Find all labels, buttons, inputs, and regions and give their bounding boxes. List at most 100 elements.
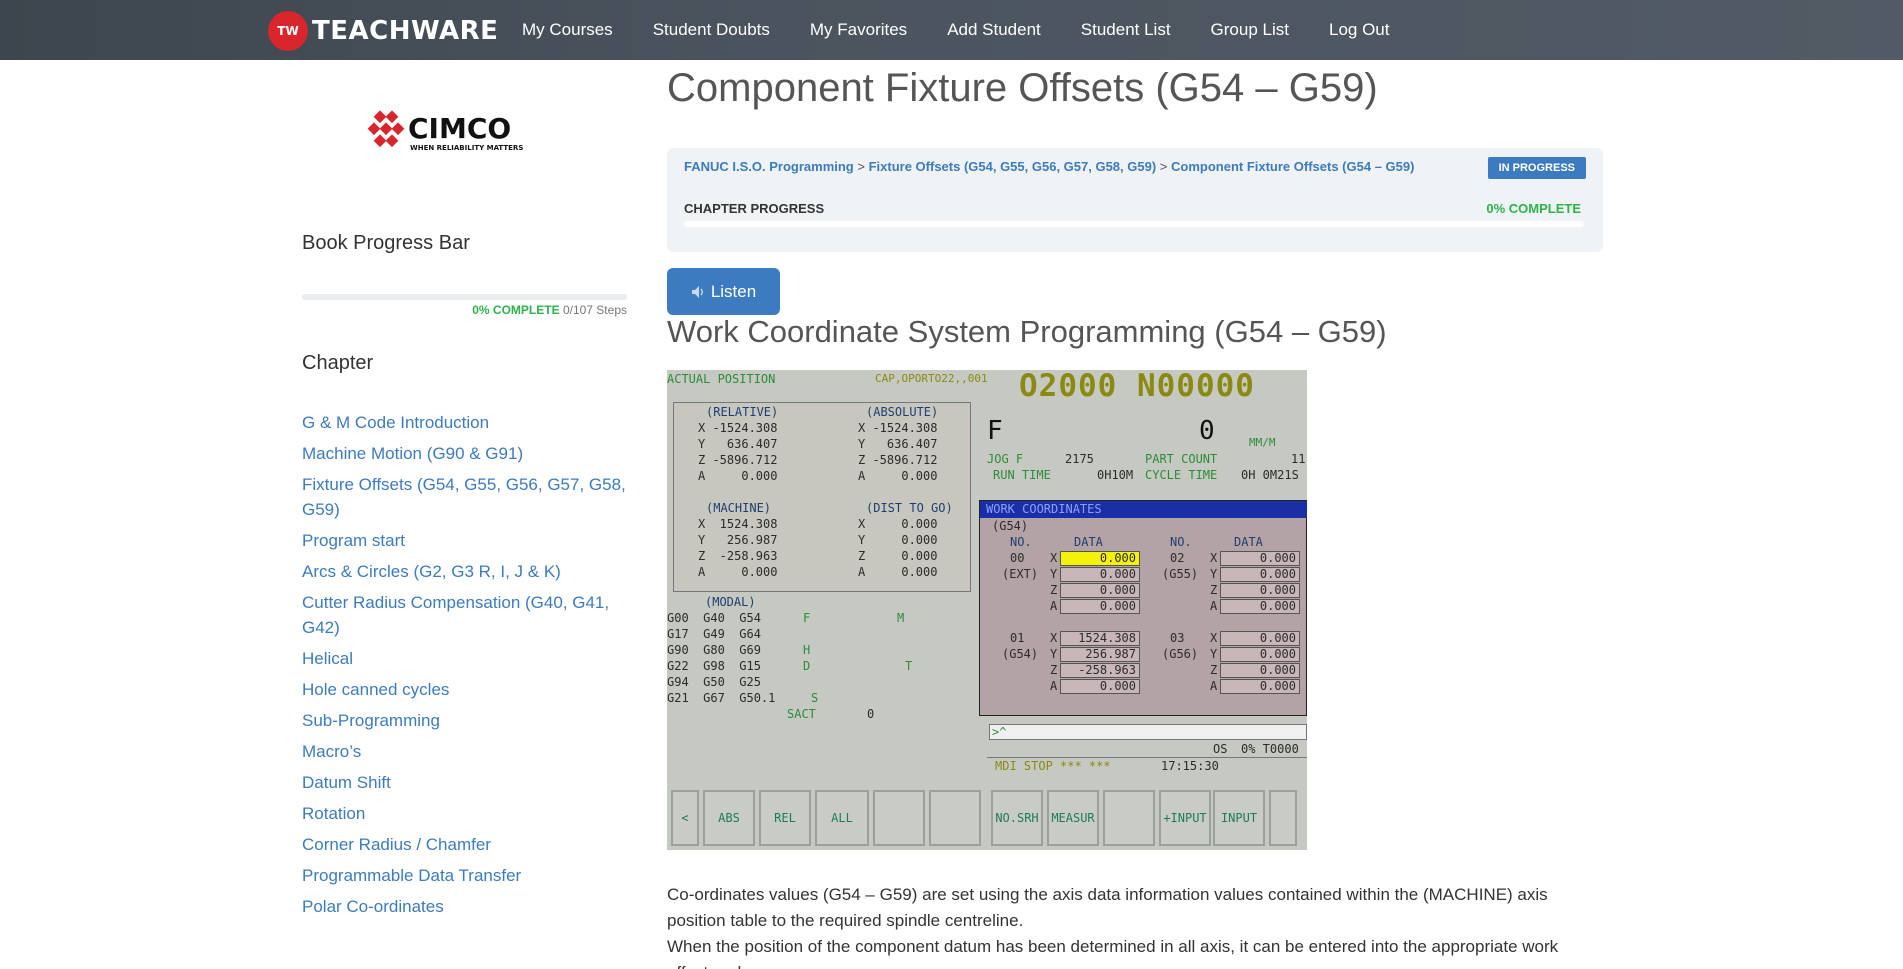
cnc-work-value-cell: 0.000 (1220, 663, 1300, 678)
cnc-modal-row: G90 G80 G69 (667, 643, 761, 657)
chapter-link[interactable]: Programmable Data Transfer (302, 863, 632, 888)
chapter-link[interactable]: Hole canned cycles (302, 677, 632, 702)
book-progress-label: 0% COMPLETE 0/107 Steps (302, 303, 627, 317)
cnc-modal-row: G17 G49 G64 (667, 627, 761, 641)
cnc-softkey: ABS (703, 790, 755, 846)
cnc-col-no: NO. (1010, 535, 1032, 549)
nav-student-doubts[interactable]: Student Doubts (653, 20, 770, 40)
cnc-part-count-label: PART COUNT (1145, 452, 1218, 466)
cnc-sact-label: SACT (787, 707, 816, 721)
cnc-modal-f: F (803, 611, 811, 625)
section-title: Work Coordinate System Programming (G54 … (667, 314, 1387, 349)
chapter-link[interactable]: Cutter Radius Compensation (G40, G41, G4… (302, 590, 632, 640)
cnc-os-label: OS (1213, 742, 1228, 756)
cnc-axis-label: Y (1050, 567, 1058, 581)
cnc-absolute-z: Z -5896.712 (858, 453, 938, 467)
cnc-axis-label: Y (1050, 647, 1058, 661)
listen-label: Listen (710, 281, 757, 301)
cnc-absolute-x: X -1524.308 (858, 421, 938, 435)
cnc-softkey: ALL (815, 790, 869, 846)
nav-log-out[interactable]: Log Out (1329, 20, 1390, 40)
book-progress-percent: 0% COMPLETE (472, 303, 560, 317)
cnc-program-number: O2000 N00000 (1019, 370, 1255, 404)
chapter-link[interactable]: Rotation (302, 801, 632, 826)
nav-group-list[interactable]: Group List (1211, 20, 1289, 40)
cnc-input-prompt: >^ (992, 725, 1007, 739)
cnc-feed-label: F (987, 416, 1003, 446)
cnc-modal-row: G21 G67 G50.1 (667, 691, 776, 705)
chapter-link[interactable]: Arcs & Circles (G2, G3 R, I, J & K) (302, 559, 632, 584)
cnc-machine-label: (MACHINE) (706, 501, 772, 515)
cnc-softkey: < (671, 790, 699, 846)
chapter-link[interactable]: Polar Co-ordinates (302, 894, 632, 919)
cnc-header-mid: CAP,OPORTO22,,001 (875, 372, 988, 385)
cnc-relative-y: Y 636.407 (698, 437, 778, 451)
cnc-header-left: ACTUAL POSITION (667, 372, 776, 386)
cnc-work-value-cell: 0.000 (1220, 647, 1300, 662)
cnc-modal-m: M (897, 611, 905, 625)
cnc-softkey (1103, 790, 1155, 846)
nav-add-student[interactable]: Add Student (947, 20, 1041, 40)
cnc-machine-x: X 1524.308 (698, 517, 778, 531)
cnc-softkey-bar: < ABS REL ALL NO.SRH MEASUR +INPUT INPUT (667, 782, 1307, 850)
cnc-axis-label: X (1050, 551, 1058, 565)
cnc-modal-row: G22 G98 G15 (667, 659, 761, 673)
cnc-work-value-cell: 256.987 (1060, 647, 1140, 662)
cnc-axis-label: Z (1050, 583, 1058, 597)
chapter-link[interactable]: Sub-Programming (302, 708, 632, 733)
cnc-clock: 17:15:30 (1161, 759, 1219, 773)
cnc-feed-value: 0 (1199, 416, 1215, 446)
listen-button[interactable]: Listen (667, 268, 780, 315)
cnc-col-data: DATA (1074, 535, 1103, 549)
cnc-work-selected: (G54) (992, 519, 1029, 533)
cnc-softkey: +INPUT (1159, 790, 1211, 846)
cnc-status-line-box: MDI STOP *** *** 17:15:30 (987, 757, 1307, 773)
cnc-dist-a: A 0.000 (858, 565, 938, 579)
cnc-relative-x: X -1524.308 (698, 421, 778, 435)
book-progress-heading: Book Progress Bar (302, 232, 470, 254)
breadcrumb-item-course[interactable]: FANUC I.S.O. Programming (684, 159, 854, 174)
teachware-logo[interactable]: TW TEACHWARE (268, 11, 498, 51)
nav-links: My Courses Student Doubts My Favorites A… (522, 0, 1429, 60)
cnc-modal-row: G94 G50 G25 (667, 675, 761, 689)
cnc-softkey (873, 790, 925, 846)
cnc-softkey: REL (759, 790, 811, 846)
cnc-feed-unit: MM/M (1249, 436, 1276, 449)
cnc-work-value-cell: 0.000 (1220, 679, 1300, 694)
chapter-link[interactable]: Program start (302, 528, 632, 553)
cnc-work-value-cell: 0.000 (1220, 567, 1300, 582)
cnc-os-value: 0% T0000 (1241, 742, 1299, 756)
cnc-run-time-label: RUN TIME (993, 468, 1051, 482)
chapter-link[interactable]: Fixture Offsets (G54, G55, G56, G57, G58… (302, 472, 632, 522)
cnc-relative-z: Z -5896.712 (698, 453, 778, 467)
nav-my-courses[interactable]: My Courses (522, 20, 613, 40)
chapter-link[interactable]: Datum Shift (302, 770, 632, 795)
breadcrumb-item-chapter[interactable]: Fixture Offsets (G54, G55, G56, G57, G58… (869, 159, 1157, 174)
cnc-cycle-time-label: CYCLE TIME (1145, 468, 1218, 482)
cnc-axis-label: X (1210, 551, 1218, 565)
chapter-link[interactable]: Macro’s (302, 739, 632, 764)
breadcrumb-item-lesson[interactable]: Component Fixture Offsets (G54 – G59) (1171, 159, 1414, 174)
chapter-link[interactable]: Helical (302, 646, 632, 671)
cnc-jog-f-label: JOG F (987, 452, 1024, 466)
cnc-work-value-cell: 1524.308 (1060, 631, 1140, 646)
cnc-col-no: NO. (1170, 535, 1192, 549)
nav-student-list[interactable]: Student List (1081, 20, 1171, 40)
breadcrumb-separator: > (1159, 159, 1168, 174)
cnc-machine-a: A 0.000 (698, 565, 778, 579)
chapter-link[interactable]: Corner Radius / Chamfer (302, 832, 632, 857)
cnc-relative-label: (RELATIVE) (706, 405, 779, 419)
cnc-dist-x: X 0.000 (858, 517, 938, 531)
cnc-modal-label: (MODAL) (705, 595, 756, 609)
svg-text:CIMCO: CIMCO (408, 112, 511, 145)
cnc-modal-h: H (803, 643, 811, 657)
cnc-modal-row: G00 G40 G54 (667, 611, 761, 625)
cnc-axis-label: Z (1210, 583, 1218, 597)
cnc-dist-z: Z 0.000 (858, 549, 938, 563)
cnc-work-value-cell: 0.000 (1220, 599, 1300, 614)
chapter-link[interactable]: G & M Code Introduction (302, 410, 632, 435)
cnc-absolute-label: (ABSOLUTE) (866, 405, 939, 419)
chapter-link[interactable]: Machine Motion (G90 & G91) (302, 441, 632, 466)
nav-my-favorites[interactable]: My Favorites (810, 20, 907, 40)
cnc-axis-label: A (1050, 679, 1058, 693)
